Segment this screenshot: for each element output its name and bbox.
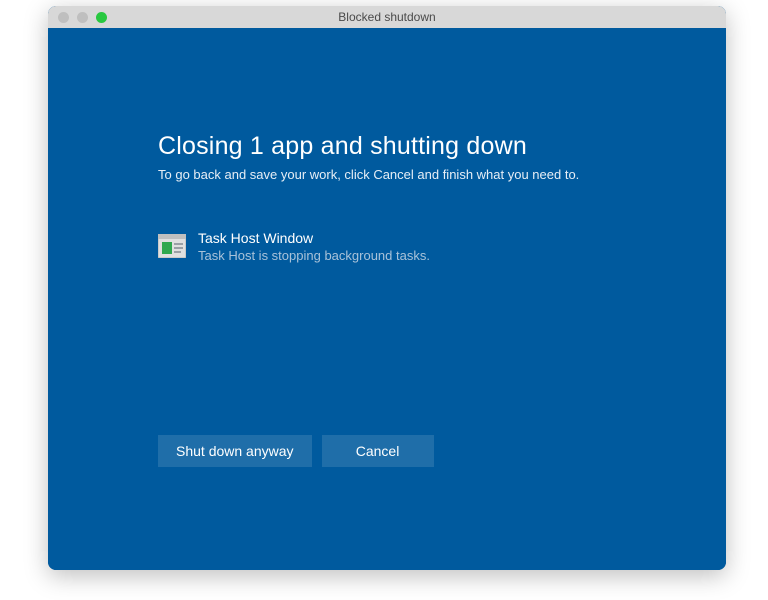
blocking-app-text: Task Host Window Task Host is stopping b… xyxy=(198,230,430,263)
cancel-button[interactable]: Cancel xyxy=(322,435,434,467)
window-title: Blocked shutdown xyxy=(48,10,726,24)
maximize-window-icon[interactable] xyxy=(96,12,107,23)
button-row: Shut down anyway Cancel xyxy=(158,435,726,467)
page-subtitle: To go back and save your work, click Can… xyxy=(158,167,726,182)
traffic-lights xyxy=(48,12,107,23)
blocking-app-row: Task Host Window Task Host is stopping b… xyxy=(158,230,726,263)
blocking-app-name: Task Host Window xyxy=(198,230,430,246)
titlebar: Blocked shutdown xyxy=(48,6,726,28)
shutdown-screen: Closing 1 app and shutting down To go ba… xyxy=(48,28,726,570)
page-title: Closing 1 app and shutting down xyxy=(158,132,726,161)
task-host-app-icon xyxy=(158,234,186,258)
blocking-app-status: Task Host is stopping background tasks. xyxy=(198,248,430,263)
minimize-window-icon[interactable] xyxy=(77,12,88,23)
close-window-icon[interactable] xyxy=(58,12,69,23)
shut-down-anyway-button[interactable]: Shut down anyway xyxy=(158,435,312,467)
window-frame: Blocked shutdown Closing 1 app and shutt… xyxy=(48,6,726,570)
